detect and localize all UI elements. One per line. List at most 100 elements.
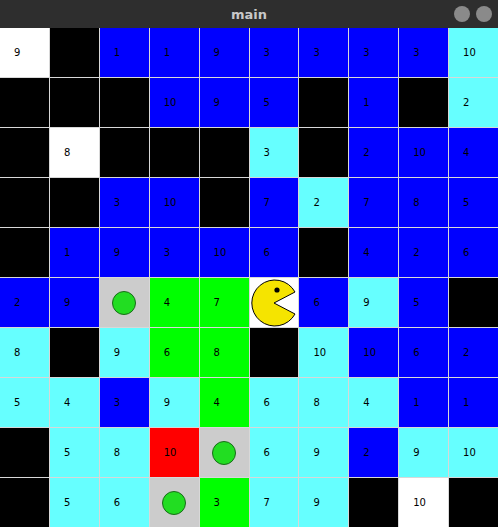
grid-cell: 9: [100, 228, 149, 277]
grid-cell: 10: [449, 428, 498, 477]
grid-cell: 3: [299, 28, 348, 77]
grid-cell: 10: [150, 428, 199, 477]
grid-cell: 3: [250, 128, 299, 177]
grid-cell: 3: [150, 228, 199, 277]
grid-cell: 5: [0, 378, 49, 427]
grid-cell: 3: [100, 378, 149, 427]
window: main911933331010951283210431072785193106…: [0, 0, 498, 527]
grid-cell: 4: [50, 378, 99, 427]
grid-cell: 8: [399, 178, 448, 227]
grid-cell: 7: [250, 178, 299, 227]
grid-cell: 8: [100, 428, 149, 477]
grid-cell: 7: [250, 478, 299, 527]
grid-cell: 8: [50, 128, 99, 177]
grid-cell: 4: [349, 228, 398, 277]
grid-cell: 10: [150, 78, 199, 127]
pacman-icon: [250, 279, 298, 327]
title-bar: main: [0, 0, 498, 28]
grid-cell: 6: [299, 278, 348, 327]
grid-cell: 6: [449, 228, 498, 277]
pellet-cell: [200, 428, 249, 477]
grid-cell: 2: [449, 328, 498, 377]
wall-cell: [200, 178, 249, 227]
wall-cell: [299, 228, 348, 277]
grid-cell: 9: [349, 278, 398, 327]
grid-cell: 5: [399, 278, 448, 327]
wall-cell: [150, 128, 199, 177]
window-controls: [454, 6, 492, 22]
grid-cell: 6: [100, 478, 149, 527]
grid-cell: 1: [50, 228, 99, 277]
grid-cell: 6: [250, 228, 299, 277]
wall-cell: [0, 128, 49, 177]
grid-cell: 4: [200, 378, 249, 427]
grid-cell: 9: [200, 78, 249, 127]
pellet-icon: [111, 290, 137, 316]
grid-cell: 9: [299, 478, 348, 527]
grid-cell: 6: [250, 428, 299, 477]
grid-cell: 9: [299, 428, 348, 477]
wall-cell: [100, 78, 149, 127]
grid-cell: 4: [150, 278, 199, 327]
grid-cell: 8: [299, 378, 348, 427]
wall-cell: [299, 128, 348, 177]
grid-cell: 4: [449, 128, 498, 177]
close-button[interactable]: [476, 6, 492, 22]
minimize-button[interactable]: [454, 6, 470, 22]
grid-cell: 2: [349, 128, 398, 177]
grid-cell: 2: [299, 178, 348, 227]
grid-cell: 1: [150, 28, 199, 77]
pellet-icon: [161, 490, 187, 516]
wall-cell: [50, 78, 99, 127]
grid-cell: 2: [0, 278, 49, 327]
grid-cell: 1: [399, 378, 448, 427]
wall-cell: [250, 328, 299, 377]
grid-cell: 2: [349, 428, 398, 477]
grid-cell: 6: [250, 378, 299, 427]
wall-cell: [50, 328, 99, 377]
wall-cell: [299, 78, 348, 127]
grid-cell: 9: [100, 328, 149, 377]
wall-cell: [0, 428, 49, 477]
wall-cell: [349, 478, 398, 527]
grid-cell: 3: [349, 28, 398, 77]
grid-cell: 5: [50, 428, 99, 477]
grid-cell: 2: [449, 78, 498, 127]
grid-cell: 5: [449, 178, 498, 227]
window-title: main: [231, 7, 267, 22]
wall-cell: [200, 128, 249, 177]
pellet-cell: [150, 478, 199, 527]
grid-cell: 3: [200, 478, 249, 527]
grid-cell: 3: [250, 28, 299, 77]
pellet-icon: [211, 440, 237, 466]
grid-cell: 5: [250, 78, 299, 127]
wall-cell: [0, 178, 49, 227]
grid-cell: 1: [349, 78, 398, 127]
wall-cell: [449, 278, 498, 327]
grid-cell: 7: [349, 178, 398, 227]
grid-cell: 10: [299, 328, 348, 377]
wall-cell: [100, 128, 149, 177]
wall-cell: [449, 478, 498, 527]
wall-cell: [0, 228, 49, 277]
pellet-cell: [100, 278, 149, 327]
wall-cell: [399, 78, 448, 127]
wall-cell: [50, 28, 99, 77]
grid-cell: 5: [50, 478, 99, 527]
grid-cell: 10: [399, 128, 448, 177]
grid-cell: 1: [100, 28, 149, 77]
game-board: 9119333310109512832104310727851931064262…: [0, 28, 498, 527]
grid-cell: 9: [399, 428, 448, 477]
wall-cell: [0, 478, 49, 527]
grid-cell: 9: [150, 378, 199, 427]
wall-cell: [50, 178, 99, 227]
grid-cell: 4: [349, 378, 398, 427]
grid-cell: 3: [399, 28, 448, 77]
grid-cell: 10: [150, 178, 199, 227]
grid-cell: 1: [449, 378, 498, 427]
grid-cell: 9: [50, 278, 99, 327]
grid-cell: 10: [200, 228, 249, 277]
grid-cell: 9: [0, 28, 49, 77]
grid-cell: 2: [399, 228, 448, 277]
wall-cell: [0, 78, 49, 127]
